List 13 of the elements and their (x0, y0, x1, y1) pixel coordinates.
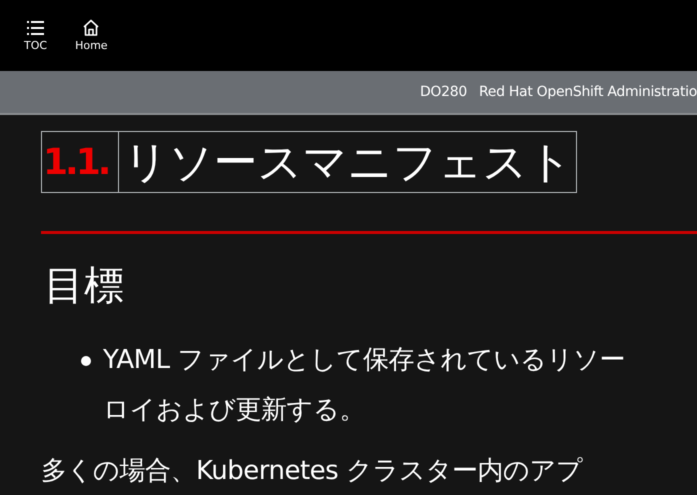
objective-text: YAML ファイルとして保存されているリソー (103, 344, 625, 377)
objective-text: ロイおよび更新する。 (103, 394, 366, 427)
section-number: 1.1. (42, 132, 120, 192)
body-paragraph: 多くの場合、Kubernetes クラスター内のアプ (41, 455, 584, 488)
course-code: DO280 (420, 84, 467, 100)
objectives-heading: 目標 (44, 262, 125, 311)
list-icon (26, 20, 46, 36)
toc-button[interactable]: TOC (18, 16, 54, 56)
bullet-icon (81, 356, 91, 366)
home-button[interactable]: Home (69, 15, 114, 56)
section-title: リソースマニフェスト (122, 136, 574, 190)
home-icon (82, 19, 100, 36)
course-title: Red Hat OpenShift Administratio (478, 84, 697, 100)
